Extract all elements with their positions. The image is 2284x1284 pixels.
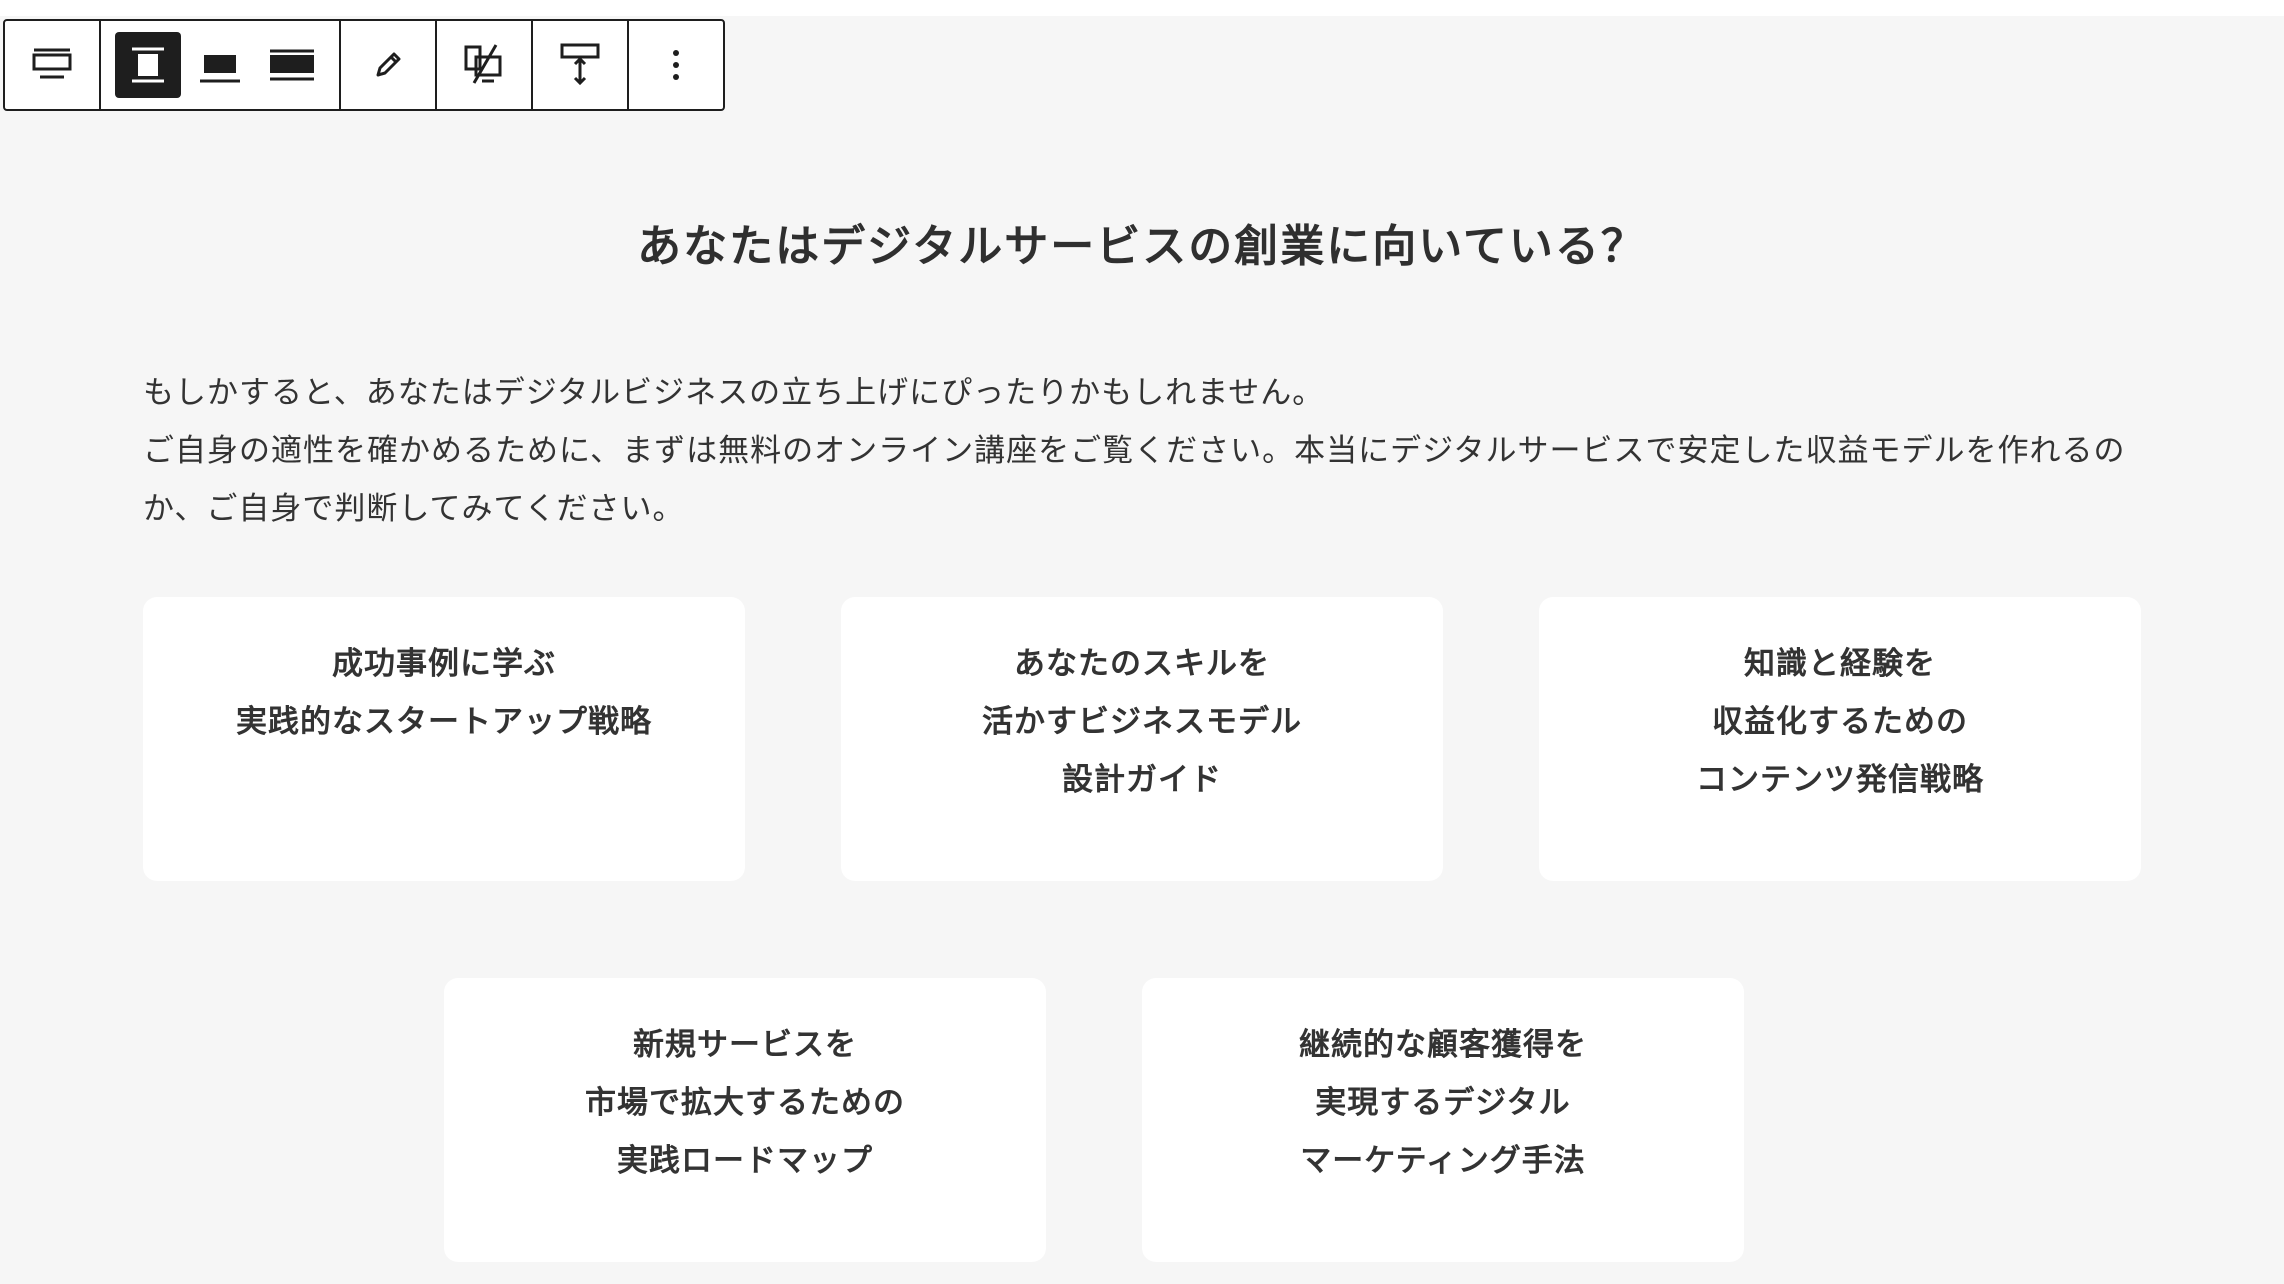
section-title: あなたはデジタルサービスの創業に向いている？: [637, 221, 1647, 272]
edit-button[interactable]: [355, 32, 421, 98]
card-line: 設計ガイド: [1062, 762, 1222, 798]
toolbar-group-block: [5, 21, 101, 109]
card-line: 収益化するための: [1712, 704, 1968, 740]
course-card[interactable]: 成功事例に学ぶ 実践的なスタートアップ戦略: [143, 597, 745, 881]
more-options-button[interactable]: [643, 32, 709, 98]
align-top-icon: [132, 47, 164, 83]
block-type-icon: [32, 48, 72, 79]
course-card[interactable]: 継続的な顧客獲得を 実現するデジタル マーケティング手法: [1142, 978, 1744, 1262]
toggle-display-button[interactable]: [451, 32, 517, 98]
card-line: あなたのスキルを: [1014, 646, 1270, 682]
intro-line: もしかすると、あなたはデジタルビジネスの立ち上げにぴったりかもしれません。: [143, 375, 1325, 411]
align-bottom-button[interactable]: [259, 32, 325, 98]
toolbar-group-align: [101, 21, 341, 109]
toolbar-group-display: [437, 21, 533, 109]
card-line: 活かすビジネスモデル: [982, 704, 1302, 740]
intro-line: か、ご自身で判断してみてください。: [143, 491, 685, 527]
block-toolbar: [3, 19, 725, 111]
height-adjust-button[interactable]: [547, 32, 613, 98]
edit-pencil-icon: [376, 52, 401, 77]
card-line: 成功事例に学ぶ: [332, 646, 556, 682]
card-line: 実践的なスタートアップ戦略: [236, 704, 652, 740]
intro-line: ご自身の適性を確かめるために、まずは無料のオンライン講座をご覧ください。本当にデ…: [143, 433, 2126, 469]
height-adjust-icon: [560, 43, 600, 86]
course-card[interactable]: あなたのスキルを 活かすビジネスモデル 設計ガイド: [841, 597, 1443, 881]
toolbar-group-more: [629, 21, 723, 109]
intro-paragraph: もしかすると、あなたはデジタルビジネスの立ち上げにぴったりかもしれません。 ご自…: [143, 364, 2143, 538]
course-card[interactable]: 知識と経験を 収益化するための コンテンツ発信戦略: [1539, 597, 2141, 881]
card-line: 実現するデジタル: [1315, 1085, 1571, 1121]
align-middle-icon: [200, 55, 240, 83]
card-line: 継続的な顧客獲得を: [1299, 1027, 1587, 1063]
align-top-button[interactable]: [115, 32, 181, 98]
align-bottom-icon: [270, 49, 314, 81]
card-line: 市場で拡大するための: [585, 1085, 905, 1121]
card-line: 実践ロードマップ: [617, 1143, 873, 1179]
card-line: 新規サービスを: [633, 1027, 857, 1063]
more-options-icon: [673, 50, 679, 80]
card-line: マーケティング手法: [1300, 1143, 1586, 1179]
card-line: コンテンツ発信戦略: [1696, 762, 1984, 798]
toolbar-group-height: [533, 21, 629, 109]
course-card[interactable]: 新規サービスを 市場で拡大するための 実践ロードマップ: [444, 978, 1046, 1262]
card-line: 知識と経験を: [1744, 646, 1936, 682]
toggle-display-icon: [464, 44, 502, 84]
align-middle-button[interactable]: [187, 32, 253, 98]
toolbar-group-edit: [341, 21, 437, 109]
block-type-button[interactable]: [19, 32, 85, 98]
